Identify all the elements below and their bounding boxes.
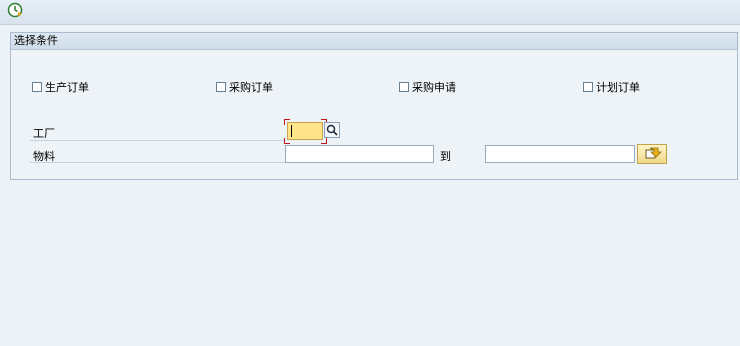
multiple-selection-icon <box>645 147 662 159</box>
checkbox-box[interactable] <box>583 82 593 92</box>
multiple-selection-button[interactable] <box>637 144 667 164</box>
frame-title: 选择条件 <box>11 33 737 50</box>
checkbox-planned-order[interactable]: 计划订单 <box>583 80 640 94</box>
checkbox-box[interactable] <box>399 82 409 92</box>
checkbox-label: 计划订单 <box>596 81 640 94</box>
plant-label: 工厂 <box>33 127 55 140</box>
plant-search-button[interactable] <box>324 122 340 138</box>
range-to-label: 到 <box>440 150 451 163</box>
focus-corner <box>284 138 290 144</box>
focus-corner <box>284 119 290 125</box>
checkbox-box[interactable] <box>216 82 226 92</box>
execute-clock-icon[interactable] <box>7 2 23 18</box>
plant-input[interactable] <box>287 122 323 140</box>
application-toolbar <box>0 0 740 25</box>
checkbox-box[interactable] <box>32 82 42 92</box>
text-caret <box>291 125 292 137</box>
checkbox-purchase-requisition[interactable]: 采购申请 <box>399 80 456 94</box>
checkbox-purchase-order[interactable]: 采购订单 <box>216 80 273 94</box>
checkbox-production-order[interactable]: 生产订单 <box>32 80 89 94</box>
checkbox-label: 采购订单 <box>229 81 273 94</box>
row-divider <box>30 140 286 141</box>
checkbox-label: 采购申请 <box>412 81 456 94</box>
checkbox-label: 生产订单 <box>45 81 89 94</box>
material-from-input[interactable] <box>285 145 434 163</box>
search-icon <box>326 124 338 136</box>
row-divider <box>30 162 286 163</box>
material-to-input[interactable] <box>485 145 635 163</box>
